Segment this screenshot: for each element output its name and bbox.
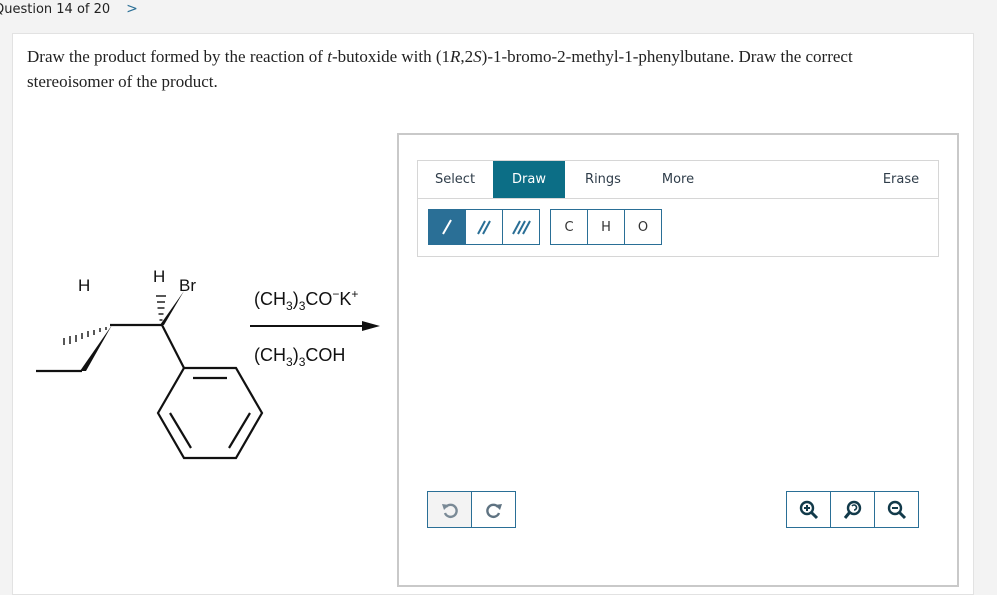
prompt-italic-r: R — [450, 47, 461, 66]
tab-rings[interactable]: Rings — [566, 161, 640, 198]
single-bond-button[interactable] — [428, 209, 466, 245]
zoom-reset-button[interactable] — [831, 491, 875, 528]
atom-h-button[interactable]: H — [588, 209, 625, 245]
zoom-in-button[interactable] — [786, 491, 831, 528]
tab-erase[interactable]: Erase — [864, 161, 938, 198]
atom-label-h-left: H — [78, 276, 90, 295]
reactant-molecule — [36, 291, 264, 460]
tab-draw[interactable]: Draw — [493, 161, 565, 198]
prompt-italic-s: S — [473, 47, 482, 66]
ring-double-bond-2 — [228, 412, 251, 449]
redo-icon — [485, 503, 502, 518]
zoom-reset-icon — [843, 500, 861, 519]
zoom-out-icon — [887, 500, 906, 519]
undo-button[interactable] — [427, 491, 472, 528]
atom-group: C H O — [550, 209, 662, 245]
prompt-text-3: ,2 — [460, 47, 474, 66]
atom-label-h-c1: H — [153, 267, 165, 286]
triple-bond-button[interactable] — [503, 209, 540, 245]
tab-more[interactable]: More — [641, 161, 715, 198]
benzene-ring — [156, 366, 264, 460]
ring-double-bond-3 — [169, 412, 192, 449]
reagent-potassium-tert-butoxide: (CH3)3CO−K+ — [254, 287, 358, 313]
bond-type-group — [428, 209, 540, 245]
triple-bond-icon — [512, 220, 531, 235]
zoom-in-icon — [799, 500, 818, 519]
editor-tabs: Select Draw Rings More Erase — [418, 161, 938, 199]
wedge-bond-c2-ethyl — [80, 325, 112, 371]
undo-icon — [441, 503, 458, 518]
double-bond-button[interactable] — [466, 209, 503, 245]
double-bond-icon — [477, 220, 491, 235]
editor-toolbar: Select Draw Rings More Erase C H O — [417, 160, 939, 257]
reaction-scheme: H H Br (CH3)3CO−K+ (CH3)3COH — [36, 267, 380, 460]
tab-select[interactable]: Select — [418, 161, 492, 198]
reaction-arrow-head — [362, 321, 380, 331]
zoom-out-button[interactable] — [875, 491, 919, 528]
atom-o-button[interactable]: O — [625, 209, 662, 245]
undo-redo-group — [427, 491, 516, 528]
redo-button[interactable] — [472, 491, 516, 528]
molecule-editor[interactable]: Select Draw Rings More Erase C H O — [397, 133, 959, 587]
zoom-controls — [786, 491, 919, 528]
hash-bond-c1-h — [156, 295, 166, 321]
atom-label-br: Br — [179, 276, 196, 295]
hash-bond-c2-methyl — [63, 327, 107, 345]
atom-c-button[interactable]: C — [550, 209, 588, 245]
bond-c1-phenyl — [161, 324, 185, 369]
single-bond-icon — [442, 219, 452, 235]
reagent-tert-butanol: (CH3)3COH — [254, 345, 345, 369]
